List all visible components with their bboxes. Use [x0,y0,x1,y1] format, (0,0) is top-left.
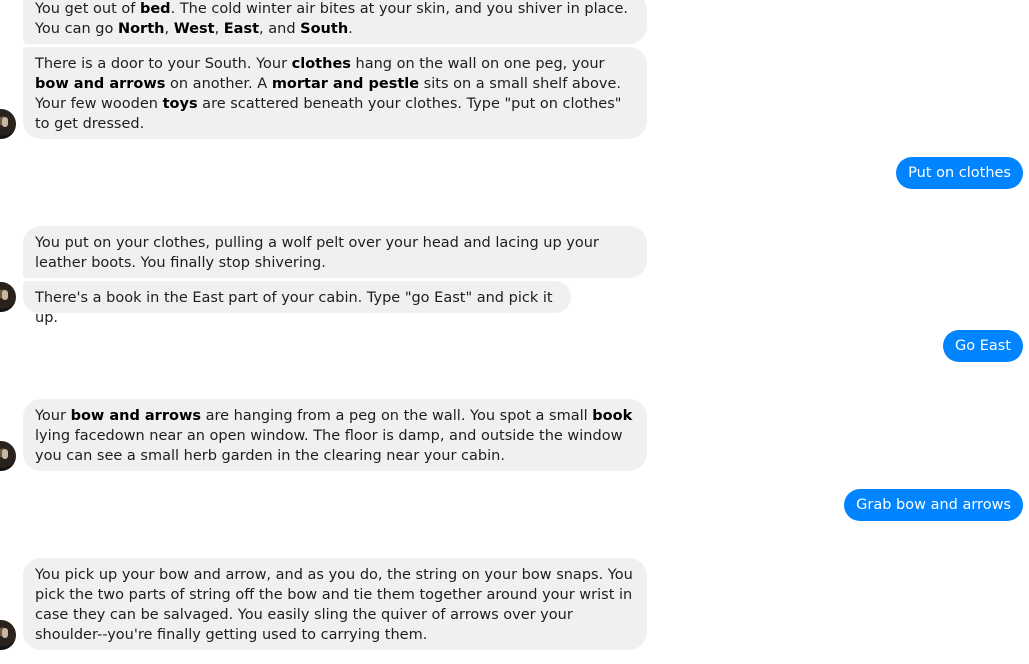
bot-message: You pick up your bow and arrow, and as y… [23,558,647,650]
message-text: hang on the wall on one peg, your [350,56,605,72]
bold-keyword: bow and arrows [35,76,166,92]
chat-thread: You get out of bed. The cold winter air … [0,0,1029,664]
bot-avatar-icon [0,620,16,650]
message-text: lying facedown near an open window. The … [35,428,623,464]
message-text: are hanging from a peg on the wall. You … [200,408,593,424]
message-text: . [348,21,353,37]
message-text: You put on your clothes, pulling a wolf … [35,235,599,271]
user-message: Grab bow and arrows [844,489,1023,521]
user-message: Go East [942,330,1023,362]
bot-message: You put on your clothes, pulling a wolf … [23,226,647,278]
bot-message: There is a door to your South. Your clot… [23,47,647,139]
bold-keyword: book [592,408,633,424]
message-text: You get out of [35,1,140,17]
message-text: , [164,21,174,37]
user-message: Put on clothes [896,157,1023,189]
message-text: There is a door to your South. Your [35,56,292,72]
bold-keyword: clothes [291,56,351,72]
message-text: , and [259,21,301,37]
bold-keyword: North [117,21,165,37]
message-text: There's a book in the East part of your … [35,290,553,326]
message-text: You pick up your bow and arrow, and as y… [35,567,633,643]
bot-message: Your bow and arrows are hanging from a p… [23,399,647,471]
message-text: , [214,21,224,37]
bold-keyword: West [173,21,215,37]
bold-keyword: toys [162,96,198,112]
bold-keyword: mortar and pestle [271,76,420,92]
bot-avatar-icon [0,109,16,139]
bold-keyword: bow and arrows [70,408,201,424]
bold-keyword: South [300,21,349,37]
message-text: on another. A [165,76,272,92]
bot-avatar-icon [0,441,16,471]
message-text: Your [35,408,71,424]
bot-message: You get out of bed. The cold winter air … [23,0,647,44]
bold-keyword: bed [139,1,171,17]
bold-keyword: East [223,21,260,37]
bot-message: There's a book in the East part of your … [23,281,571,326]
bot-avatar-icon [0,282,16,312]
